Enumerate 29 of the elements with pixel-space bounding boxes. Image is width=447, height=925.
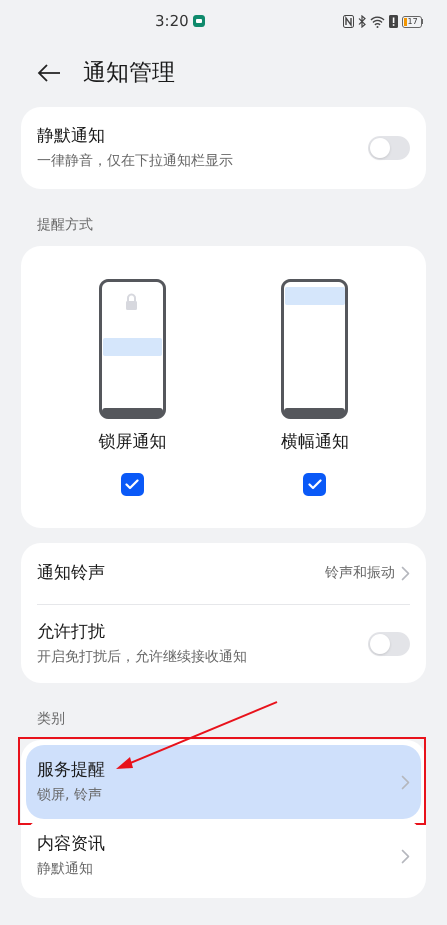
nfc-icon	[342, 15, 354, 28]
app-notification-icon	[192, 15, 205, 28]
setting-title: 通知铃声	[37, 562, 105, 585]
chevron-right-icon	[401, 774, 410, 790]
setting-value: 铃声和振动	[325, 564, 395, 583]
back-arrow-icon[interactable]	[37, 64, 61, 82]
category-item[interactable]: 服务提醒 锁屏, 铃声	[26, 745, 421, 819]
battery-indicator: 17	[402, 16, 423, 28]
chevron-right-icon	[401, 566, 410, 581]
alert-icon	[388, 15, 398, 28]
section-label: 类别	[37, 710, 65, 729]
option-label: 横幅通知	[280, 431, 349, 454]
setting-subtitle: 一律静音，仅在下拉通知栏显示	[37, 152, 233, 172]
wifi-icon	[370, 16, 384, 28]
checkmark-icon	[125, 478, 140, 490]
section-label: 提醒方式	[37, 216, 93, 235]
checkmark-icon	[308, 478, 322, 490]
page-title: 通知管理	[83, 58, 175, 88]
toggle-switch[interactable]	[368, 632, 410, 656]
option-label: 锁屏通知	[98, 431, 166, 454]
setting-title: 静默通知	[37, 124, 106, 148]
bluetooth-icon	[358, 15, 366, 28]
setting-subtitle: 开启免打扰后，允许继续接收通知	[37, 648, 247, 668]
checkbox[interactable]	[120, 472, 144, 496]
setting-title: 允许打扰	[37, 620, 106, 644]
status-time: 3:20	[155, 11, 189, 32]
chevron-right-icon	[401, 848, 410, 864]
toggle-switch[interactable]	[368, 136, 410, 160]
checkbox[interactable]	[303, 472, 326, 496]
